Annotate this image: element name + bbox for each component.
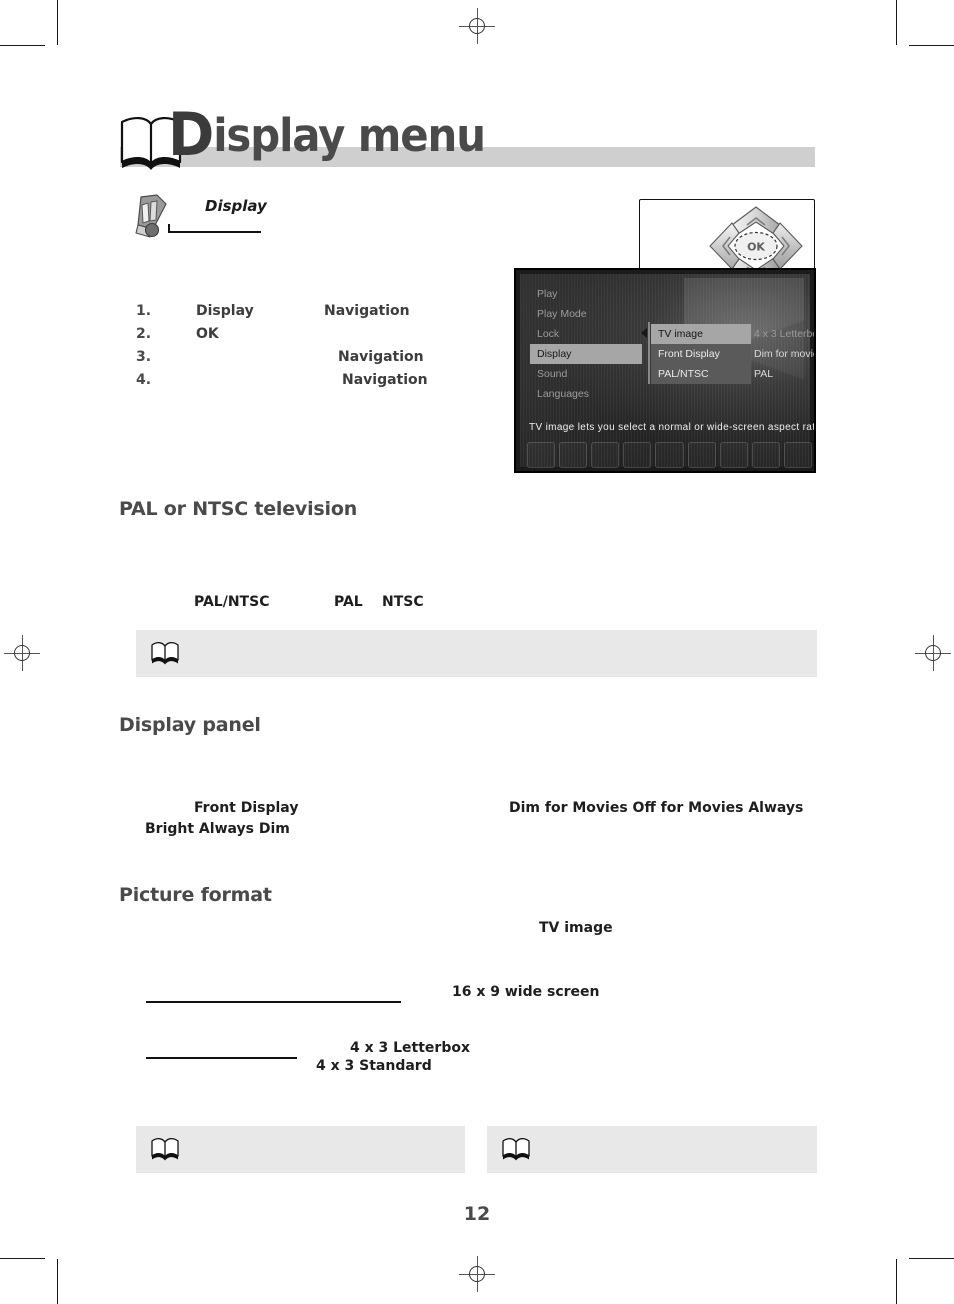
- open-book-icon: [150, 640, 180, 666]
- osd-value-column: 4 x 3 Letterbox Dim for movie PAL: [754, 324, 814, 384]
- term-pal-ntsc: PAL/NTSC: [194, 594, 270, 610]
- page-title-rest: isplay menu: [213, 109, 486, 162]
- registration-mark-left: [4, 635, 40, 671]
- triangle-left-icon: [641, 328, 647, 338]
- crop-mark-bottom-right-h: [909, 1258, 954, 1259]
- chapter-header: Display menu OK: [0, 100, 954, 291]
- term-pal: PAL: [334, 594, 363, 610]
- osd-submenu-item-front-display[interactable]: Front Display: [651, 344, 751, 364]
- crop-mark-bottom-left-h: [0, 1258, 45, 1259]
- osd-value-pal-ntsc[interactable]: PAL: [754, 364, 814, 384]
- step-number: 4.: [136, 372, 152, 388]
- step-keyword: Navigation: [324, 303, 410, 319]
- section-heading-pal-ntsc: PAL or NTSC television: [119, 498, 358, 520]
- step-number: 2.: [136, 326, 152, 342]
- step-keyword: Navigation: [338, 349, 424, 365]
- registration-mark-top: [459, 8, 495, 44]
- term-4x3-letterbox: 4 x 3 Letterbox: [350, 1040, 471, 1056]
- section-heading-display-panel: Display panel: [119, 714, 261, 736]
- osd-icon-slot: [655, 442, 684, 468]
- page-title: Display menu: [168, 105, 486, 165]
- note-box-left: [136, 1126, 465, 1173]
- osd-submenu-item-pal-ntsc[interactable]: PAL/NTSC: [651, 364, 751, 384]
- step-keyword: OK: [196, 326, 219, 342]
- osd-menu-item-play[interactable]: Play: [530, 284, 642, 304]
- list-item: 2. OK: [136, 326, 496, 349]
- term-16x9: 16 x 9 wide screen: [452, 984, 600, 1000]
- note-box-pal-ntsc: [136, 630, 817, 677]
- osd-icon-slot: [751, 442, 780, 468]
- step-keyword: Display: [196, 303, 254, 319]
- osd-menu-item-sound[interactable]: Sound: [530, 364, 642, 384]
- step-number: 1.: [136, 303, 152, 319]
- osd-icon-slot: [559, 442, 588, 468]
- term-tv-image: TV image: [539, 920, 613, 936]
- redaction-rule-4x3: [146, 1057, 297, 1059]
- osd-icon-slot: [783, 442, 812, 468]
- crop-mark-bottom-left-v: [57, 1259, 58, 1304]
- osd-icon-slot: [623, 442, 652, 468]
- procedure-steps-list: 1. Display Navigation 2. OK 3. Navigatio…: [136, 303, 496, 395]
- crop-mark-bottom-right-v: [896, 1259, 897, 1304]
- crop-mark-top-left-v: [57, 0, 58, 45]
- step-keyword: Navigation: [342, 372, 428, 388]
- osd-icon-slot: [687, 442, 716, 468]
- osd-value-tv-image[interactable]: 4 x 3 Letterbox: [754, 324, 814, 344]
- crop-mark-top-right-h: [909, 45, 954, 46]
- page-number: 12: [463, 1203, 491, 1225]
- redaction-rule-16x9: [146, 1001, 401, 1003]
- list-item: 4. Navigation: [136, 372, 496, 395]
- open-book-icon: [150, 1136, 180, 1162]
- osd-menu-item-languages[interactable]: Languages: [530, 384, 642, 404]
- osd-icon-slot: [591, 442, 620, 468]
- crop-mark-top-right-v: [896, 0, 897, 45]
- osd-main-menu: Play Play Mode Lock Display Sound Langua…: [530, 284, 642, 404]
- term-4x3-standard: 4 x 3 Standard: [316, 1058, 432, 1074]
- osd-menu-item-lock[interactable]: Lock: [530, 324, 642, 344]
- osd-icon-bar: [527, 442, 812, 468]
- registration-mark-right: [915, 635, 951, 671]
- section-heading-picture-format: Picture format: [119, 884, 272, 906]
- term-ntsc: NTSC: [382, 594, 424, 610]
- osd-screenshot: Play Play Mode Lock Display Sound Langua…: [514, 268, 816, 473]
- term-dim-options: Dim for Movies Off for Movies Always: [509, 800, 804, 816]
- list-item: 3. Navigation: [136, 349, 496, 372]
- osd-menu-item-play-mode[interactable]: Play Mode: [530, 304, 642, 324]
- marker-label: Display: [205, 197, 267, 215]
- osd-help-text: TV image lets you select a normal or wid…: [529, 422, 816, 433]
- osd-value-front-display[interactable]: Dim for movie: [754, 344, 814, 364]
- osd-submenu-item-tv-image[interactable]: TV image: [651, 324, 751, 344]
- osd-menu-item-display[interactable]: Display: [530, 344, 642, 364]
- manual-page: Display menu OK Display 1. Display Navig…: [0, 0, 954, 1304]
- list-item: 1. Display Navigation: [136, 303, 496, 326]
- osd-background: Play Play Mode Lock Display Sound Langua…: [520, 274, 814, 468]
- open-book-icon: [501, 1136, 531, 1162]
- osd-submenu-divider: [648, 322, 650, 384]
- term-bright-always-dim: Bright Always Dim: [145, 821, 290, 837]
- step-number: 3.: [136, 349, 152, 365]
- osd-icon-slot: [527, 442, 556, 468]
- display-section-marker: Display: [0, 193, 954, 249]
- osd-icon-slot: [719, 442, 748, 468]
- note-box-right: [487, 1126, 817, 1173]
- page-title-initial: D: [168, 100, 214, 170]
- marker-rule: [168, 231, 261, 233]
- registration-mark-bottom: [459, 1256, 495, 1292]
- term-front-display: Front Display: [194, 800, 299, 816]
- osd-submenu: TV image Front Display PAL/NTSC: [651, 324, 751, 384]
- crop-mark-top-left-h: [0, 45, 45, 46]
